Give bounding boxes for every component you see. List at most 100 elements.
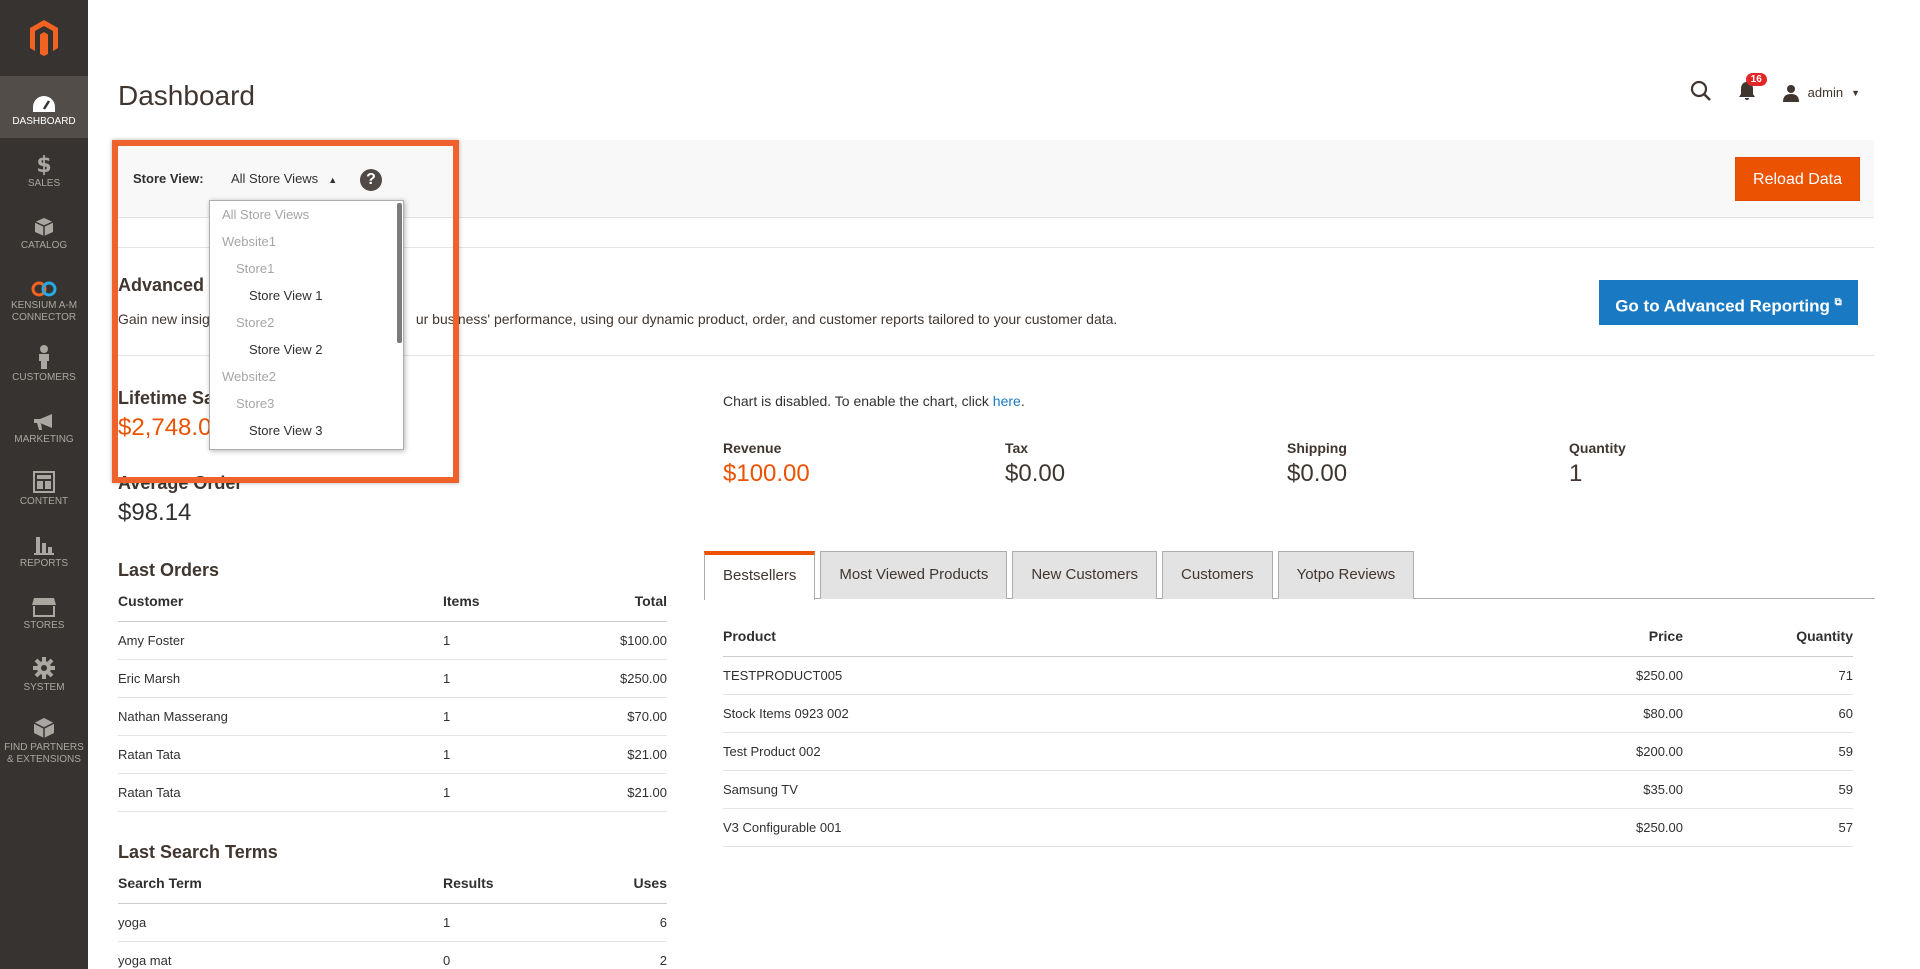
store-view-option[interactable]: All Store Views bbox=[210, 201, 403, 228]
table-cell: $70.00 bbox=[553, 697, 667, 736]
bestsellers-table: Product Price Quantity TESTPRODUCT005 $25… bbox=[723, 625, 1853, 847]
sidebar-item-label: MARKETING bbox=[14, 433, 74, 445]
table-cell: 71 bbox=[1683, 656, 1853, 695]
reload-data-button[interactable]: Reload Data bbox=[1735, 157, 1860, 201]
page-title: Dashboard bbox=[118, 80, 255, 111]
table-row[interactable]: Eric Marsh 1 $250.00 bbox=[118, 659, 667, 698]
tab-yotpo-reviews[interactable]: Yotpo Reviews bbox=[1277, 551, 1415, 599]
table-row[interactable]: Stock Items 0923 002 $80.00 60 bbox=[723, 694, 1853, 733]
store-view-label: Store View: bbox=[133, 171, 204, 186]
admin-sidebar: DASHBOARD $ SALES CATALOG KENSIUM A-M CONNEC… bbox=[0, 0, 88, 969]
store-view-dropdown: All Store Views Website1 Store1 Store View … bbox=[209, 200, 404, 450]
table-cell: 1 bbox=[443, 659, 553, 698]
store-view-option[interactable]: Website1 bbox=[210, 228, 403, 255]
sidebar-item-system[interactable]: SYSTEM bbox=[0, 642, 88, 704]
table-cell: $250.00 bbox=[1573, 808, 1683, 847]
admin-user-menu[interactable]: admin ▼ bbox=[1782, 84, 1860, 102]
tab-new-customers[interactable]: New Customers bbox=[1012, 551, 1158, 599]
help-icon[interactable]: ? bbox=[360, 169, 382, 191]
advanced-reporting-title: Advanced bbox=[118, 275, 205, 295]
column-header: Uses bbox=[553, 872, 667, 904]
table-cell: $80.00 bbox=[1573, 694, 1683, 733]
tab-most-viewed-products[interactable]: Most Viewed Products bbox=[820, 551, 1008, 599]
box-icon bbox=[34, 211, 54, 237]
sidebar-item-find-partners-extensions[interactable]: FIND PARTNERS & EXTENSIONS bbox=[0, 704, 88, 774]
last-orders-table: Customer Items Total Amy Foster 1 $100.00 E… bbox=[118, 590, 667, 812]
column-header: Price bbox=[1573, 625, 1683, 657]
last-search-terms-table: Search Term Results Uses yoga 1 6 yoga mat 0… bbox=[118, 872, 667, 969]
enable-chart-link[interactable]: here bbox=[993, 393, 1021, 409]
table-cell: 6 bbox=[553, 903, 667, 942]
table-cell: $21.00 bbox=[553, 735, 667, 774]
megaphone-icon bbox=[32, 405, 56, 431]
sidebar-item-label: SYSTEM bbox=[23, 681, 65, 693]
sidebar-item-dashboard[interactable]: DASHBOARD bbox=[0, 76, 88, 138]
search-icon[interactable] bbox=[1690, 80, 1712, 105]
table-row[interactable]: Amy Foster 1 $100.00 bbox=[118, 621, 667, 660]
table-row[interactable]: Nathan Masserang 1 $70.00 bbox=[118, 697, 667, 736]
store-view-switcher[interactable]: All Store Views ▲ bbox=[231, 171, 337, 186]
lifetime-sales-label: Lifetime Sa bbox=[118, 388, 215, 408]
user-icon bbox=[1782, 84, 1799, 102]
chart-disabled-message: Chart is disabled. To enable the chart, … bbox=[723, 393, 1025, 409]
notifications-button[interactable]: 16 bbox=[1738, 73, 1767, 104]
tab-customers[interactable]: Customers bbox=[1162, 551, 1273, 599]
store-view-option[interactable]: Store1 bbox=[210, 255, 403, 282]
sidebar-item-customers[interactable]: CUSTOMERS bbox=[0, 332, 88, 394]
table-cell: yoga bbox=[118, 903, 443, 942]
sidebar-item-label: CATALOG bbox=[20, 239, 68, 251]
magento-logo-icon[interactable] bbox=[0, 0, 88, 76]
table-cell: Nathan Masserang bbox=[118, 697, 443, 736]
table-row[interactable]: yoga 1 6 bbox=[118, 903, 667, 942]
store-view-option[interactable]: Store View 2 bbox=[210, 336, 403, 363]
gear-icon bbox=[33, 653, 55, 679]
column-header: Product bbox=[723, 625, 1573, 657]
table-row[interactable]: yoga mat 0 2 bbox=[118, 941, 667, 969]
table-cell: 1 bbox=[443, 773, 553, 812]
caret-up-icon: ▲ bbox=[328, 175, 338, 185]
store-view-option[interactable]: Website2 bbox=[210, 363, 403, 390]
sidebar-item-label: CONTENT bbox=[19, 495, 69, 507]
sidebar-item-catalog[interactable]: CATALOG bbox=[0, 200, 88, 262]
table-cell: Samsung TV bbox=[723, 770, 1573, 809]
svg-text:$: $ bbox=[36, 153, 51, 175]
table-row[interactable]: TESTPRODUCT005 $250.00 71 bbox=[723, 656, 1853, 695]
table-row[interactable]: Samsung TV $35.00 59 bbox=[723, 770, 1853, 809]
extensions-icon bbox=[33, 713, 55, 739]
column-header: Search Term bbox=[118, 872, 443, 904]
totals-row: Revenue $100.00 Tax $0.00 Shipping $0.00 Qu… bbox=[723, 440, 1875, 488]
sidebar-item-sales[interactable]: $ SALES bbox=[0, 138, 88, 200]
table-cell: $250.00 bbox=[1573, 656, 1683, 695]
store-view-option[interactable]: Store2 bbox=[210, 309, 403, 336]
dropdown-scrollbar[interactable] bbox=[397, 203, 402, 343]
table-cell: Ratan Tata bbox=[118, 773, 443, 812]
sidebar-item-reports[interactable]: REPORTS bbox=[0, 518, 88, 580]
table-row[interactable]: Test Product 002 $200.00 59 bbox=[723, 732, 1853, 771]
last-search-terms-title: Last Search Terms bbox=[118, 842, 278, 862]
store-view-option[interactable]: Store3 bbox=[210, 390, 403, 417]
external-link-icon: ⧉ bbox=[1834, 297, 1842, 308]
bar-chart-icon bbox=[34, 529, 54, 555]
store-view-option[interactable]: Store View 1 bbox=[210, 282, 403, 309]
table-cell: 1 bbox=[443, 621, 553, 660]
dashboard-tabs: Bestsellers Most Viewed Products New Cus… bbox=[704, 551, 1875, 600]
sidebar-item-content[interactable]: CONTENT bbox=[0, 456, 88, 518]
table-cell: Ratan Tata bbox=[118, 735, 443, 774]
column-header: Total bbox=[553, 590, 667, 622]
sidebar-item-kensium-a-m-connector[interactable]: KENSIUM A-M CONNECTOR bbox=[0, 262, 88, 332]
table-cell: 0 bbox=[443, 941, 553, 969]
table-row[interactable]: V3 Configurable 001 $250.00 57 bbox=[723, 808, 1853, 847]
table-row[interactable]: Ratan Tata 1 $21.00 bbox=[118, 773, 667, 812]
total-shipping: Shipping $0.00 bbox=[1287, 440, 1348, 487]
table-cell: 59 bbox=[1683, 732, 1853, 771]
go-to-advanced-reporting-button[interactable]: Go to Advanced Reporting ⧉ bbox=[1599, 280, 1858, 325]
table-cell: TESTPRODUCT005 bbox=[723, 656, 1573, 695]
header-actions: 16 admin ▼ bbox=[1690, 73, 1860, 105]
admin-username: admin bbox=[1807, 85, 1844, 100]
store-view-option[interactable]: Store View 3 bbox=[210, 417, 403, 444]
store-icon bbox=[31, 591, 57, 617]
sidebar-item-stores[interactable]: STORES bbox=[0, 580, 88, 642]
tab-bestsellers[interactable]: Bestsellers bbox=[704, 551, 816, 600]
table-row[interactable]: Ratan Tata 1 $21.00 bbox=[118, 735, 667, 774]
sidebar-item-marketing[interactable]: MARKETING bbox=[0, 394, 88, 456]
